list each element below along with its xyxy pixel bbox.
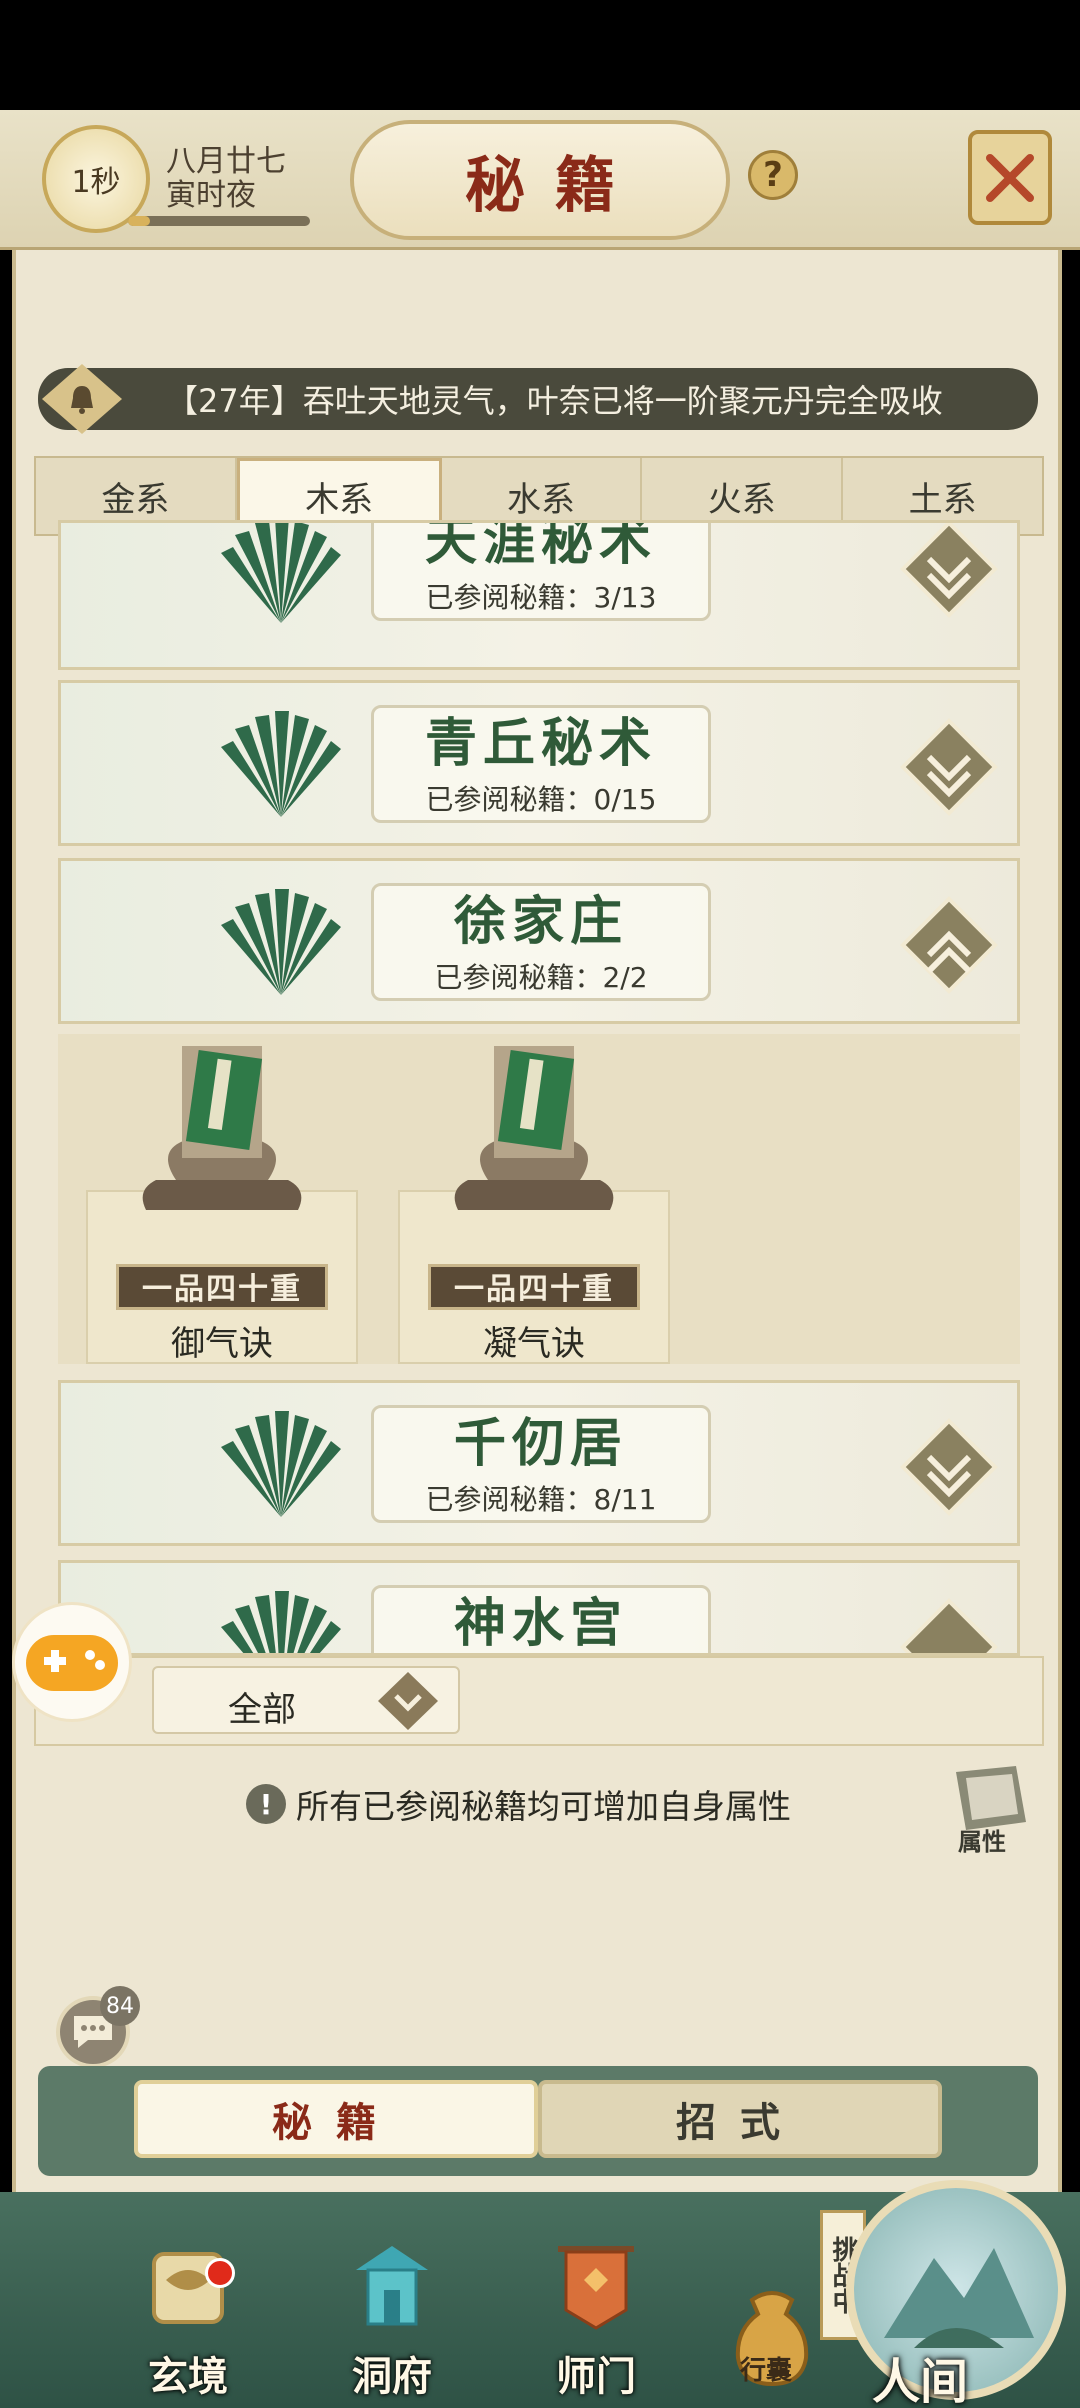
chevron-down-icon[interactable] xyxy=(376,1670,440,1732)
fan-icon xyxy=(221,523,341,623)
info-text: 所有已参阅秘籍均可增加自身属性 xyxy=(296,1787,791,1826)
category-card-xujiazhuang[interactable]: 徐家庄 已参阅秘籍：2/2 xyxy=(58,858,1020,1024)
info-line: ! 所有已参阅秘籍均可增加自身属性 xyxy=(246,1780,791,1828)
fan-icon xyxy=(221,711,341,817)
subtab-moves[interactable]: 招式 xyxy=(538,2080,942,2158)
gamepad-icon xyxy=(26,1635,118,1691)
chevron-down-icon[interactable] xyxy=(899,717,999,817)
nav-item-xuanjing[interactable]: 玄境 xyxy=(118,2240,258,2400)
pagoda-icon xyxy=(356,2246,428,2326)
fan-icon xyxy=(221,1591,341,1653)
category-count: 已参阅秘籍：0/15 xyxy=(425,783,657,816)
category-card-tianya[interactable]: 天涯秘术 已参阅秘籍：3/13 xyxy=(58,520,1020,670)
book-item[interactable]: 一品四十重 御气诀 xyxy=(86,1040,358,1364)
nav-label: 玄境 xyxy=(148,2353,228,2400)
close-button[interactable] xyxy=(968,130,1052,225)
attribute-label: 属性 xyxy=(958,1827,1006,1856)
banner-icon xyxy=(558,2246,634,2330)
book-item[interactable]: 一品四十重 凝气诀 xyxy=(398,1040,670,1364)
help-button[interactable]: ? xyxy=(748,150,798,200)
fan-icon xyxy=(221,889,341,995)
nav-item-dongfu[interactable]: 洞府 xyxy=(322,2240,462,2400)
book-grade: 一品四十重 xyxy=(116,1264,328,1310)
category-name: 徐家庄 xyxy=(453,891,628,952)
fan-icon xyxy=(221,1411,341,1517)
category-count: 已参阅秘籍：8/11 xyxy=(425,1483,657,1516)
chevron-up-icon[interactable] xyxy=(899,895,999,995)
nav-label-renjian: 人间 xyxy=(872,2354,969,2408)
nav-item-shimen[interactable]: 师门 xyxy=(526,2240,666,2400)
category-name: 青丘秘术 xyxy=(424,713,657,774)
category-name: 天涯秘术 xyxy=(424,520,657,572)
category-count: 已参阅秘籍：3/13 xyxy=(425,581,657,614)
category-count: 已参阅秘籍：2/2 xyxy=(434,961,648,994)
time-progress-track xyxy=(128,216,310,226)
time-progress-fill xyxy=(128,216,150,226)
notification-dot xyxy=(205,2258,235,2288)
page-title: 秘籍 xyxy=(465,150,645,221)
book-icon xyxy=(142,1046,302,1210)
category-name: 千仞居 xyxy=(453,1413,628,1474)
chevron-down-icon[interactable] xyxy=(899,1417,999,1517)
nav-label: 师门 xyxy=(556,2353,636,2400)
category-card-qianrenju[interactable]: 千仞居 已参阅秘籍：8/11 xyxy=(58,1380,1020,1546)
nav-label: 洞府 xyxy=(352,2353,432,2400)
category-name: 神水宫 xyxy=(453,1593,628,1654)
book-icon xyxy=(454,1046,614,1210)
book-name: 御气诀 xyxy=(171,1324,273,1364)
category-card-shenshuigong[interactable]: 神水宫 xyxy=(58,1560,1020,1656)
gamepad-button[interactable] xyxy=(12,1602,132,1722)
info-icon: ! xyxy=(246,1784,286,1824)
date-line-2: 寅时夜 xyxy=(166,178,256,213)
bag-label: 行囊 xyxy=(740,2356,793,2386)
chat-badge: 84 xyxy=(100,1986,140,2026)
chevron-down-icon[interactable] xyxy=(899,520,999,619)
close-icon xyxy=(986,153,1034,202)
filter-selected-label: 全部 xyxy=(228,1690,296,1730)
scroll-icon xyxy=(152,2252,224,2324)
title-plate: 秘籍 xyxy=(350,120,730,240)
book-name: 凝气诀 xyxy=(483,1324,585,1364)
notice-text: 【27年】吞吐天地灵气，叶奈已将一阶聚元丹完全吸收 xyxy=(166,382,943,420)
category-card-qingqiu[interactable]: 青丘秘术 已参阅秘籍：0/15 xyxy=(58,680,1020,846)
subtab-secrets[interactable]: 秘籍 xyxy=(134,2080,538,2158)
book-grade: 一品四十重 xyxy=(428,1264,640,1310)
chevron-down-icon[interactable] xyxy=(899,1597,999,1656)
